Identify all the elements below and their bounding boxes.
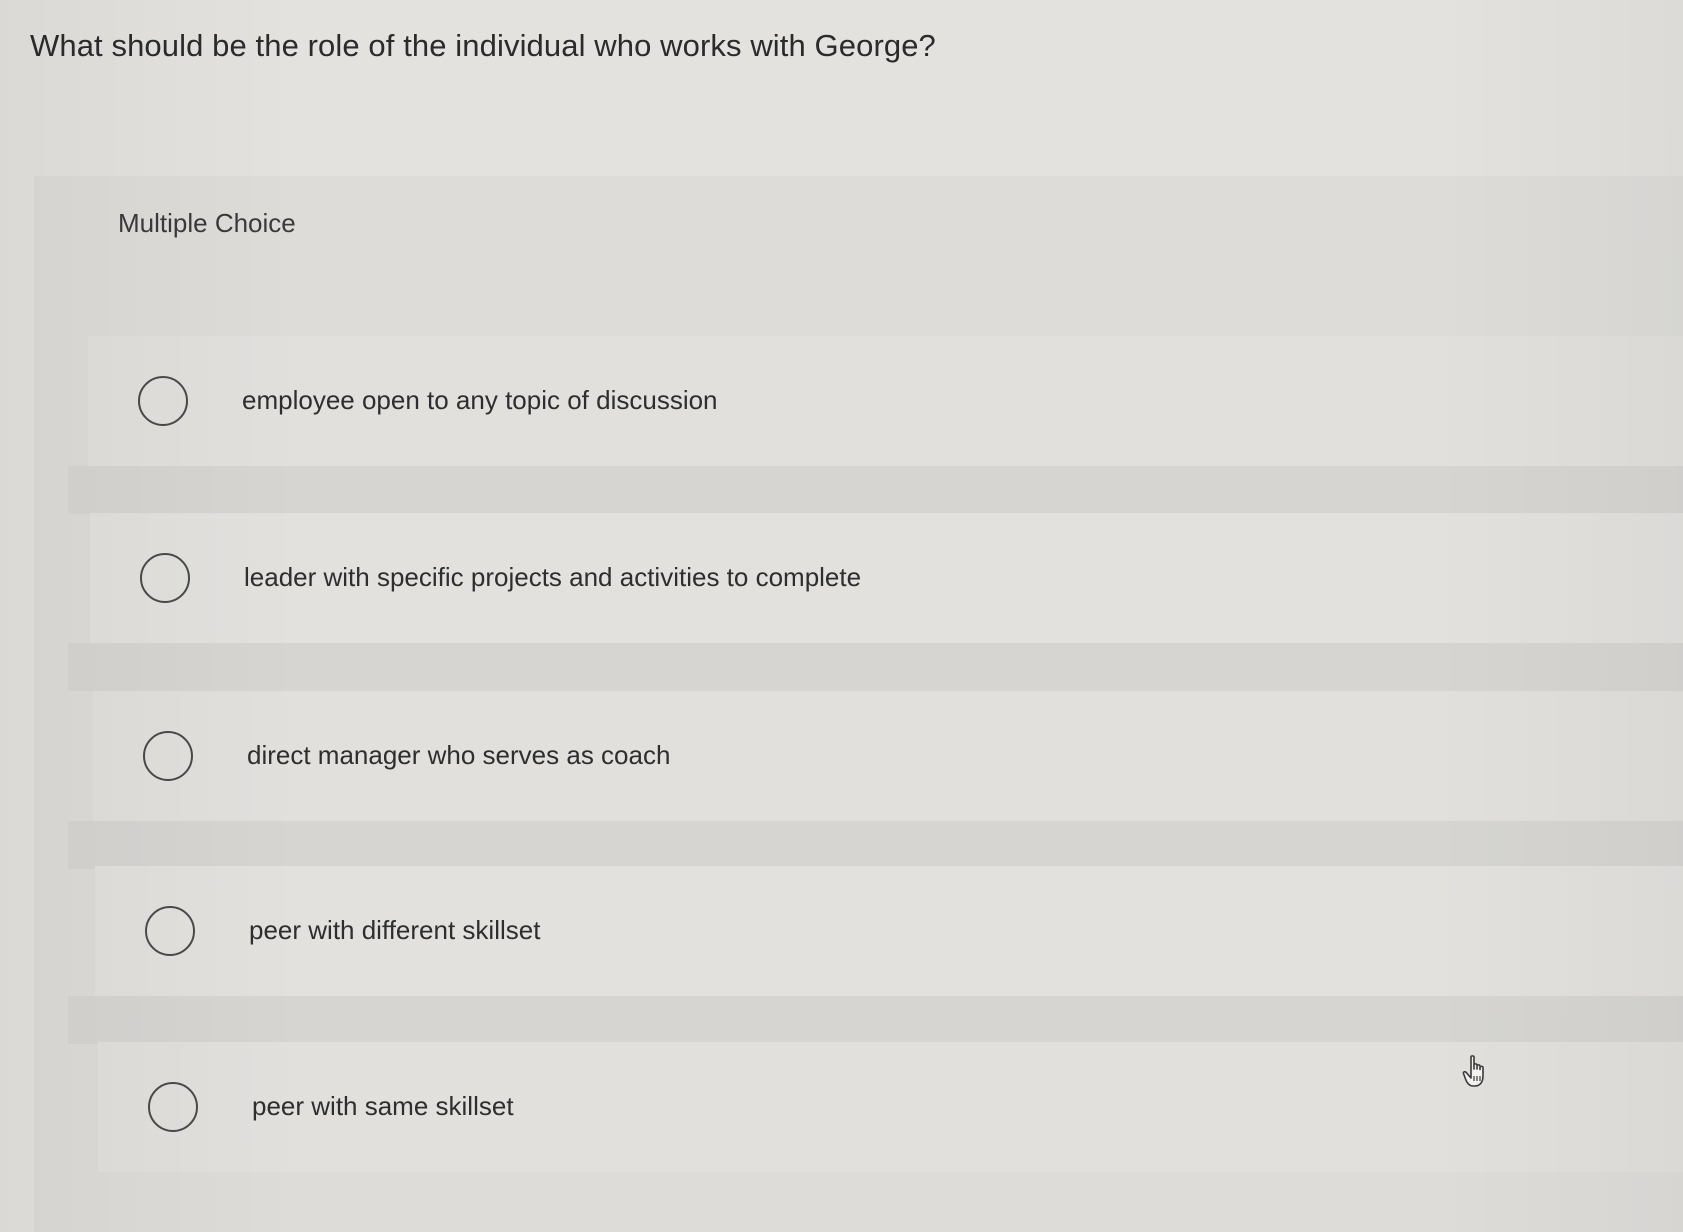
radio-button-option-3[interactable] bbox=[143, 731, 193, 781]
option-divider bbox=[68, 466, 1683, 514]
option-1-label: employee open to any topic of discussion bbox=[242, 385, 718, 415]
option-5-label: peer with same skillset bbox=[252, 1091, 514, 1121]
answer-option-1[interactable]: employee open to any topic of discussion bbox=[88, 336, 1683, 466]
radio-button-option-1[interactable] bbox=[138, 376, 188, 426]
option-2-label: leader with specific projects and activi… bbox=[244, 562, 862, 592]
radio-button-option-5[interactable] bbox=[148, 1082, 198, 1132]
option-4-label: peer with different skillset bbox=[249, 915, 541, 945]
multiple-choice-label: Multiple Choice bbox=[118, 208, 296, 238]
radio-button-option-2[interactable] bbox=[140, 553, 190, 603]
radio-button-option-4[interactable] bbox=[145, 906, 195, 956]
answer-option-5[interactable]: peer with same skillset bbox=[98, 1042, 1683, 1172]
question-text: What should be the role of the individua… bbox=[30, 28, 936, 63]
option-divider bbox=[68, 643, 1683, 691]
option-divider bbox=[68, 996, 1683, 1044]
answer-option-3[interactable]: direct manager who serves as coach bbox=[93, 691, 1683, 821]
option-3-label: direct manager who serves as coach bbox=[247, 740, 671, 770]
multiple-choice-panel: Multiple Choice employee open to any top… bbox=[34, 176, 1683, 1232]
answer-option-4[interactable]: peer with different skillset bbox=[95, 866, 1683, 996]
option-divider bbox=[68, 821, 1683, 869]
answer-option-2[interactable]: leader with specific projects and activi… bbox=[90, 513, 1683, 643]
hand-pointer-icon bbox=[1462, 1055, 1484, 1087]
